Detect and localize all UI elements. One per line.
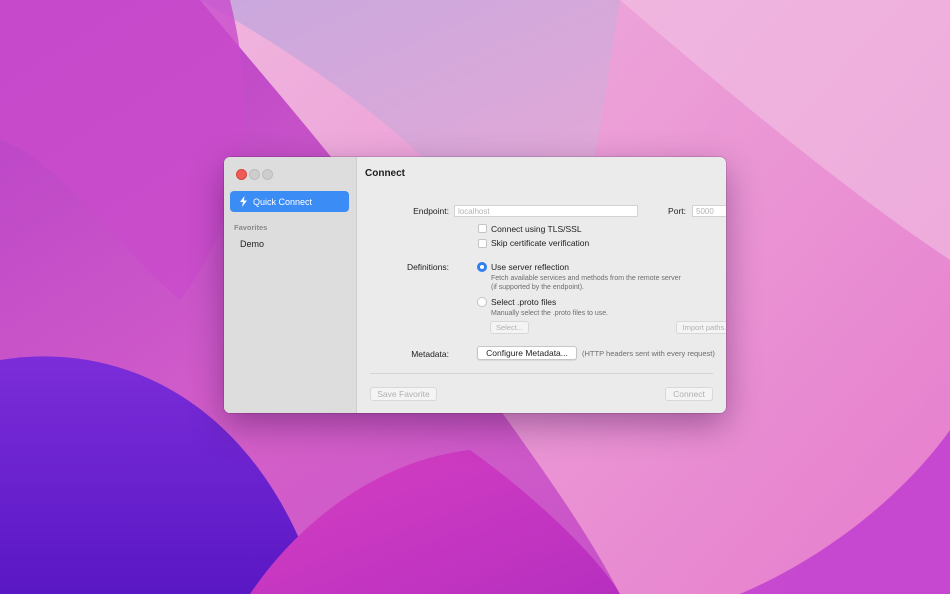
zoom-window-button[interactable] — [262, 169, 273, 180]
tls-label[interactable]: Connect using TLS/SSL — [491, 224, 582, 234]
proto-files-description: Manually select the .proto files to use. — [491, 310, 609, 317]
page-title: Connect — [365, 168, 405, 179]
proto-files-radio[interactable] — [477, 297, 487, 307]
footer-divider — [370, 373, 713, 374]
connect-pane: Connect Endpoint: Port: Connect using TL… — [357, 157, 726, 413]
endpoint-input[interactable] — [454, 205, 638, 217]
connect-button[interactable]: Connect — [665, 387, 713, 401]
sidebar: Quick Connect Favorites Demo — [224, 157, 357, 413]
sidebar-item-label: Quick Connect — [253, 196, 313, 207]
close-window-button[interactable] — [236, 169, 247, 180]
port-label: Port: — [668, 206, 686, 216]
minimize-window-button[interactable] — [249, 169, 260, 180]
server-reflection-radio[interactable] — [477, 262, 487, 272]
skip-cert-checkbox[interactable] — [478, 239, 487, 248]
app-window: Quick Connect Favorites Demo Connect End… — [224, 157, 726, 413]
favorites-header: Favorites — [234, 223, 268, 232]
server-reflection-label[interactable]: Use server reflection — [491, 262, 569, 272]
configure-metadata-button[interactable]: Configure Metadata... — [477, 346, 577, 360]
skip-cert-label[interactable]: Skip certificate verification — [491, 238, 589, 248]
server-reflection-description: Fetch available services and methods fro… — [491, 275, 681, 282]
sidebar-item-quick-connect[interactable]: Quick Connect — [230, 191, 349, 212]
tls-checkbox[interactable] — [478, 224, 487, 233]
sidebar-item-demo[interactable]: Demo — [240, 239, 264, 249]
port-input[interactable] — [692, 205, 726, 217]
endpoint-label: Endpoint: — [413, 206, 449, 216]
select-proto-button[interactable]: Select... — [490, 321, 529, 334]
server-reflection-description-note: (if supported by the endpoint). — [491, 284, 585, 291]
definitions-label: Definitions: — [406, 262, 449, 272]
save-favorite-button[interactable]: Save Favorite — [370, 387, 437, 401]
metadata-hint: (HTTP headers sent with every request) — [582, 349, 715, 358]
proto-files-label[interactable]: Select .proto files — [491, 297, 556, 307]
import-paths-button[interactable]: Import paths... — [676, 321, 726, 334]
bolt-icon — [240, 196, 247, 207]
metadata-label: Metadata: — [411, 349, 449, 359]
